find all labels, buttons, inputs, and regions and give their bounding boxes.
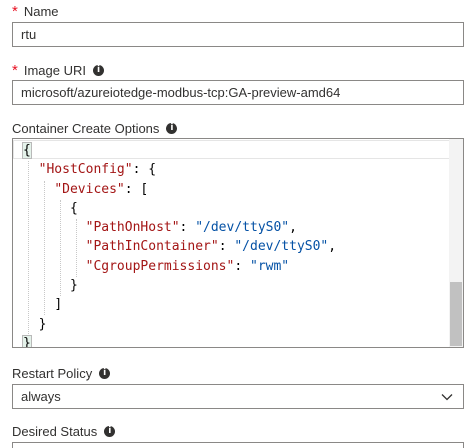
image-uri-label: * Image URI i [12,63,104,78]
desired-status-label: Desired Status i [12,424,116,439]
code-line: { [22,142,32,159]
image-uri-label-text: Image URI [23,63,86,78]
container-options-label-text: Container Create Options [12,121,160,136]
editor-scrollbar-thumb[interactable] [450,282,462,346]
editor-scrollbar[interactable] [449,139,463,347]
restart-policy-value: always [21,389,61,404]
container-options-label: Container Create Options i [12,121,178,136]
desired-status-label-text: Desired Status [12,424,98,439]
name-label-text: Name [23,4,59,19]
info-icon[interactable]: i [99,368,111,379]
info-icon[interactable]: i [92,65,104,76]
code-content: { "HostConfig": { "Devices": [ { "PathOn… [22,141,336,347]
desired-status-select[interactable] [12,442,464,448]
required-asterisk: * [12,62,18,79]
name-input[interactable]: rtu [12,22,464,47]
image-uri-input[interactable]: microsoft/azureiotedge-modbus-tcp:GA-pre… [12,80,464,105]
restart-policy-label: Restart Policy i [12,366,111,381]
info-icon[interactable]: i [104,426,116,437]
container-options-editor[interactable]: { "HostConfig": { "Devices": [ { "PathOn… [12,138,464,348]
restart-policy-select[interactable]: always [12,384,464,409]
chevron-down-icon [441,394,453,401]
name-label: * Name [12,4,59,19]
required-asterisk: * [12,3,18,20]
info-icon[interactable]: i [166,123,178,134]
restart-policy-label-text: Restart Policy [12,366,93,381]
